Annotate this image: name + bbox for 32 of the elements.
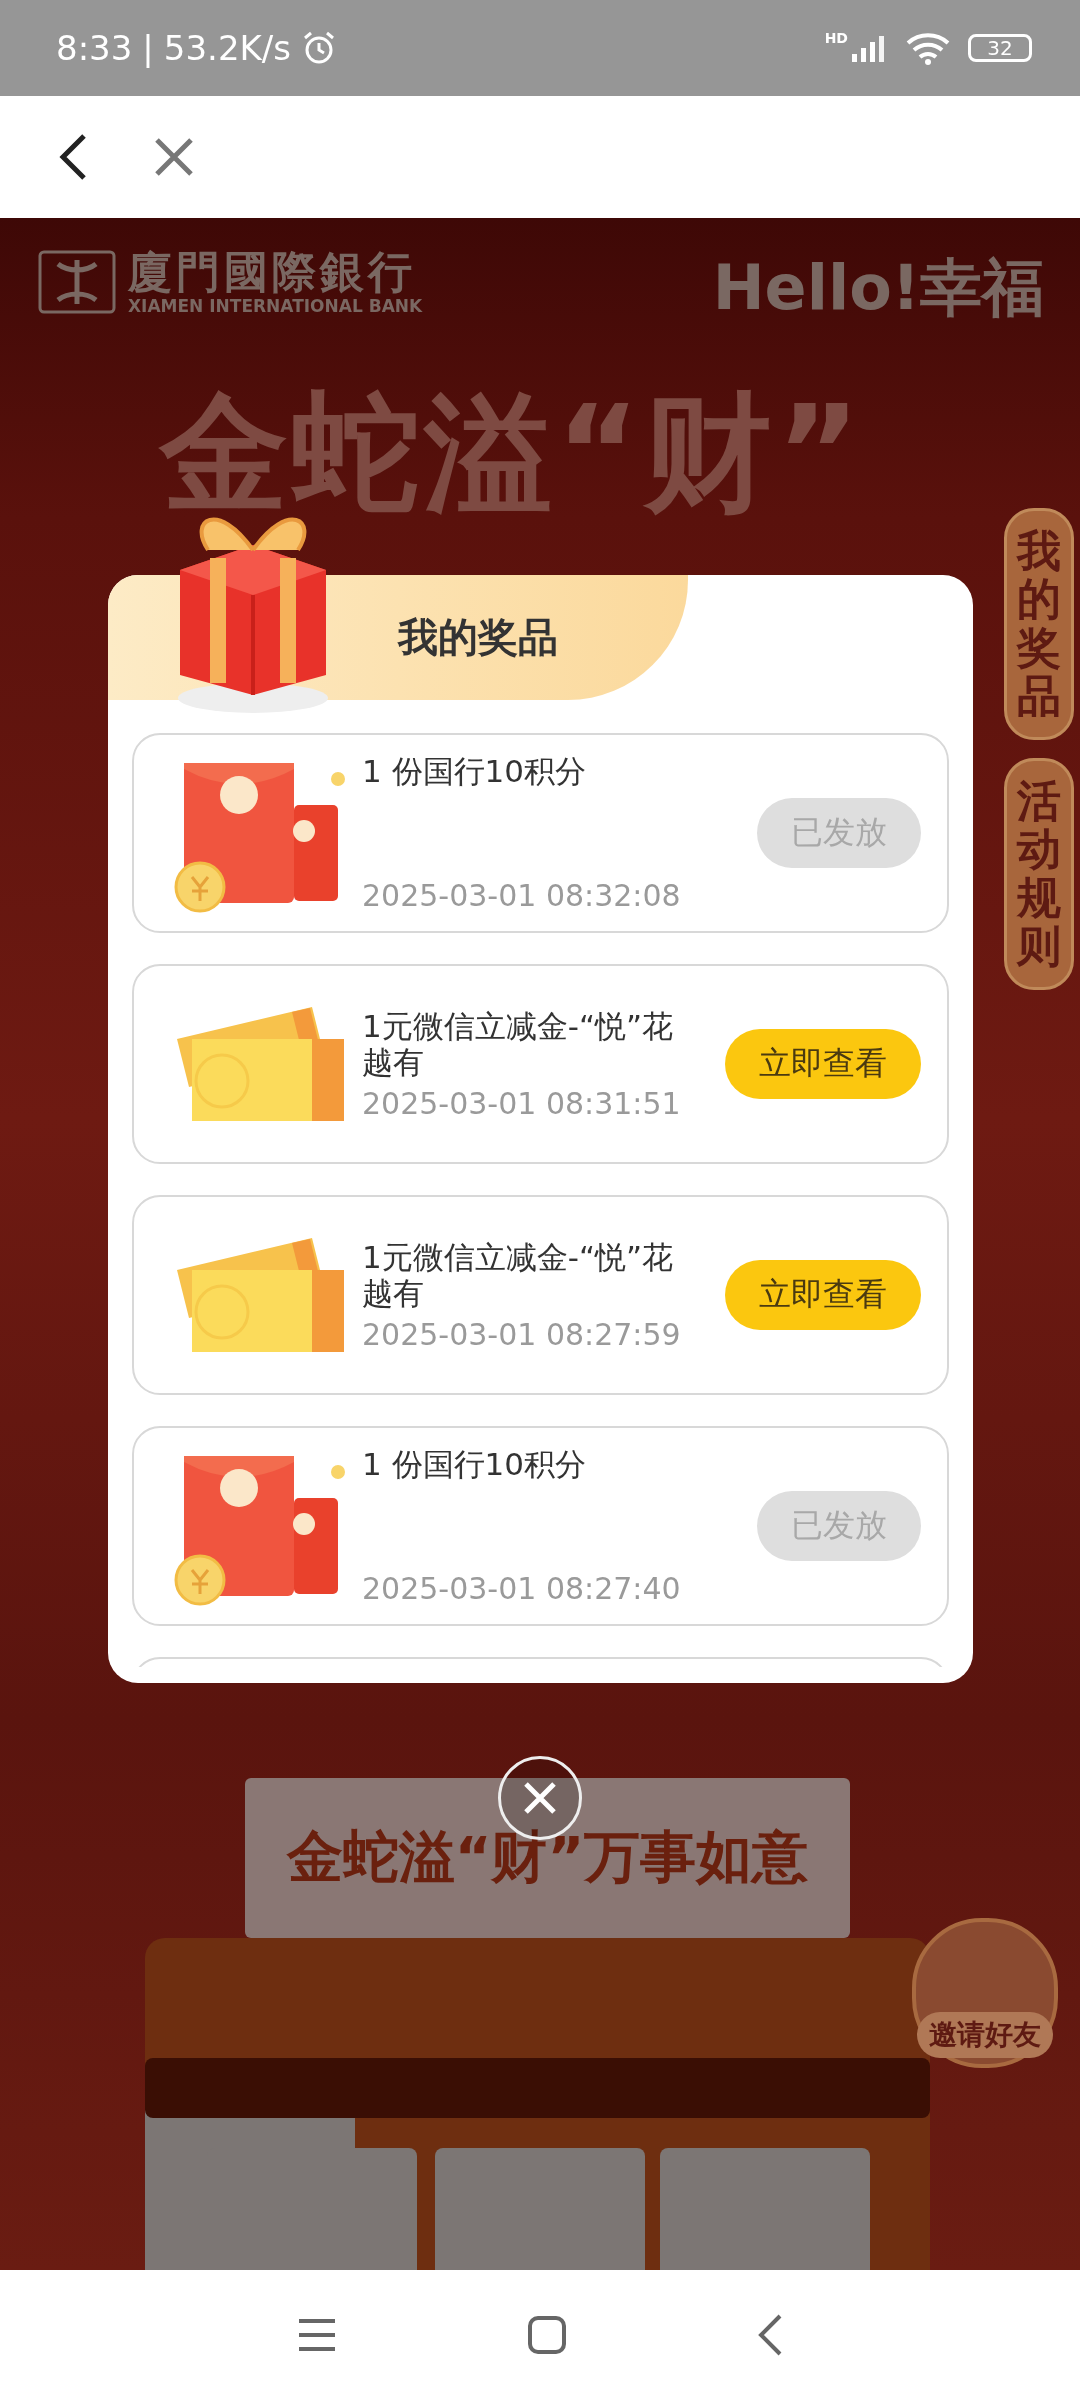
network-speed: 53.2K/s: [163, 28, 291, 68]
view-button[interactable]: 立即查看: [725, 1260, 921, 1330]
prize-time: 2025-03-01 08:32:08: [362, 878, 682, 913]
separator-text: |: [142, 28, 154, 68]
brand-logo: Hello!幸福: [712, 250, 1044, 326]
invite-label[interactable]: 邀请好友: [917, 2012, 1053, 2058]
network-type: HD: [824, 30, 848, 46]
prize-time: 2025-03-01 08:31:51: [362, 1085, 682, 1121]
clock-time: 8:33: [56, 28, 133, 68]
side-tab[interactable]: 活动规则: [1004, 758, 1074, 990]
invite-badge[interactable]: 邀请好友: [912, 1918, 1058, 2068]
menu-button[interactable]: [297, 2317, 337, 2353]
wifi-icon: [906, 31, 950, 65]
view-button[interactable]: 立即查看: [725, 1029, 921, 1099]
prize-name: 1 份国行10积分: [362, 1446, 588, 1482]
battery-level: 32: [968, 34, 1032, 62]
home-button[interactable]: [527, 2315, 567, 2355]
event-title: 金蛇溢“财”: [160, 377, 865, 529]
prize-time: 2025-03-01 08:27:40: [362, 1571, 682, 1606]
alarm-clock-icon: [301, 30, 337, 66]
close-icon: [522, 1780, 558, 1816]
prize-time: 2025-03-01 08:27:59: [362, 1316, 682, 1352]
bank-name: 廈門國際銀行: [128, 248, 417, 296]
prize-name: 1 份国行10积分: [362, 753, 588, 789]
dialog-title: 我的奖品: [398, 613, 558, 662]
bank-name-english: XIAMEN INTERNATIONAL BANK: [128, 296, 423, 316]
bank-logo-icon: [38, 250, 116, 314]
banner-text: 金蛇溢“财”万事如意: [286, 1823, 809, 1891]
side-tab[interactable]: 我的奖品: [1004, 508, 1074, 740]
prize-name: 1元微信立减金-“悦”花越有: [362, 1007, 675, 1080]
back-button[interactable]: [58, 133, 88, 181]
prize-name: 1元微信立减金-“悦”花越有: [362, 1238, 675, 1311]
